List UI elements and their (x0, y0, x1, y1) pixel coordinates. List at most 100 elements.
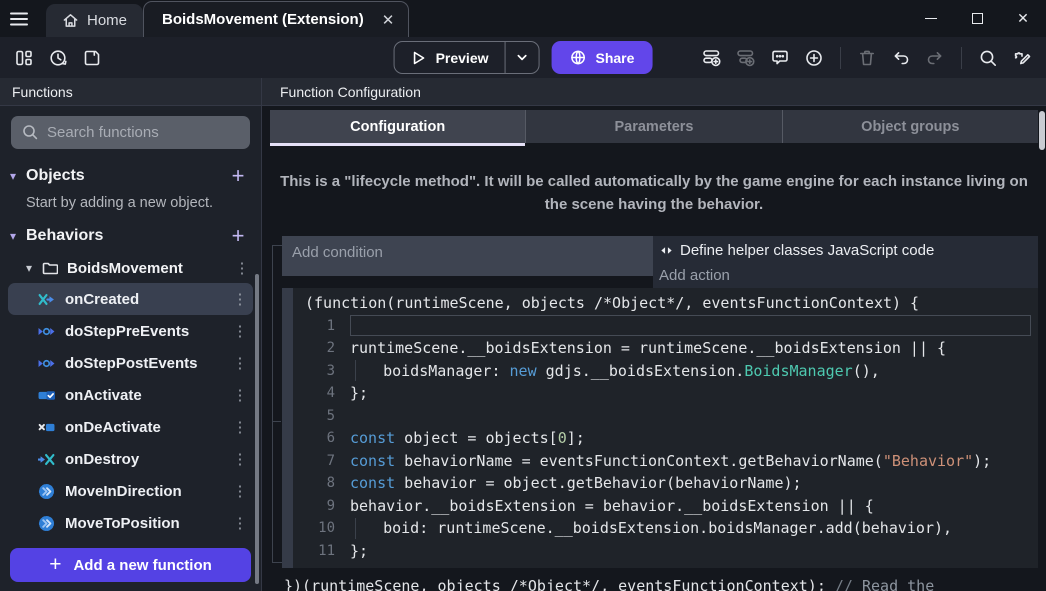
share-button[interactable]: Share (552, 41, 653, 74)
code-line-1: 1 (305, 315, 1034, 338)
extension-tab-label: BoidsMovement (Extension) (162, 11, 364, 28)
save-icon[interactable] (78, 44, 106, 72)
redo-icon[interactable] (921, 44, 949, 72)
maximize-button[interactable] (954, 0, 1000, 36)
kebab-menu-icon[interactable]: ⋮ (231, 450, 249, 468)
tab-home[interactable]: Home (46, 4, 143, 37)
add-function-button[interactable]: + Add a new function (10, 548, 251, 582)
lifecycle-description: This is a "lifecycle method". It will be… (271, 170, 1037, 217)
section-behaviors[interactable]: ▾ Behaviors + (0, 221, 261, 251)
gear-icon (38, 515, 55, 532)
js-code-action[interactable]: Define helper classes JavaScript code (653, 236, 1038, 263)
hamburger-menu-button[interactable] (0, 1, 38, 37)
add-action-cell[interactable]: Add action (653, 263, 1038, 288)
add-comment-icon[interactable] (766, 44, 794, 72)
function-item-label: doStepPostEvents (65, 355, 231, 372)
add-subevent-icon[interactable] (732, 44, 760, 72)
tab-close-icon[interactable]: ✕ (382, 11, 395, 29)
code-line-6: 6const object = objects[0]; (305, 427, 1034, 450)
step-events-icon (38, 355, 55, 372)
function-item-dosteppreevents[interactable]: doStepPreEvents⋮ (8, 315, 253, 347)
chevron-down-icon: ▾ (26, 261, 42, 275)
actions-column: Define helper classes JavaScript code Ad… (653, 236, 1038, 288)
behavior-group-boidsmovement[interactable]: ▾ BoidsMovement ⋮ (0, 253, 261, 283)
trash-icon[interactable] (853, 44, 881, 72)
kebab-menu-icon[interactable]: ⋮ (231, 290, 249, 308)
kebab-menu-icon[interactable]: ⋮ (231, 322, 249, 340)
main-scrollbar-thumb[interactable] (1039, 111, 1045, 150)
toolbar-divider (961, 47, 962, 69)
functions-tree: ▾ Objects + Start by adding a new object… (0, 155, 261, 540)
search-icon[interactable] (974, 44, 1002, 72)
kebab-menu-icon[interactable]: ⋮ (233, 259, 251, 277)
code-line-10: 10 boid: runtimeScene.__boidsExtension.b… (305, 517, 1034, 540)
code-footer-comment: // (835, 577, 862, 591)
function-item-onactivate[interactable]: onActivate⋮ (8, 379, 253, 411)
preview-button[interactable]: Preview (395, 42, 505, 73)
tab-boidsmovement-extension[interactable]: BoidsMovement (Extension) ✕ (143, 1, 409, 37)
preview-split-button: Preview (394, 41, 540, 74)
tab-object-groups[interactable]: Object groups (782, 110, 1038, 143)
code-header-line: (function(runtimeScene, objects /*Object… (305, 292, 1034, 315)
function-item-ondestroy[interactable]: onDestroy⋮ (8, 443, 253, 475)
line-number: 8 (305, 475, 335, 491)
tab-configuration[interactable]: Configuration (270, 110, 525, 143)
play-icon (411, 50, 427, 66)
event-bracket-tick (272, 421, 281, 422)
function-item-oncreated[interactable]: onCreated⋮ (8, 283, 253, 315)
search-functions-input[interactable] (11, 116, 250, 149)
kebab-menu-icon[interactable]: ⋮ (231, 514, 249, 532)
line-content: const behavior = object.getBehavior(beha… (350, 472, 1034, 495)
code-line-9: 9behavior.__boidsExtension = behavior.__… (305, 495, 1034, 518)
line-content: behavior.__boidsExtension = behavior.__b… (350, 495, 1034, 518)
search-icon (21, 123, 39, 141)
toolbar-left-icons (10, 44, 106, 72)
add-behavior-button[interactable]: + (227, 226, 249, 246)
section-objects[interactable]: ▾ Objects + (0, 161, 261, 191)
kebab-menu-icon[interactable]: ⋮ (231, 482, 249, 500)
code-line-2: 2runtimeScene.__boidsExtension = runtime… (305, 337, 1034, 360)
history-icon[interactable] (44, 44, 72, 72)
function-item-moveindirection[interactable]: MoveInDirection⋮ (8, 475, 253, 507)
code-icon (659, 243, 674, 258)
line-number: 3 (305, 363, 335, 379)
minimize-button[interactable] (908, 0, 954, 36)
close-button[interactable]: ✕ (1000, 0, 1046, 36)
add-object-button[interactable]: + (227, 166, 249, 186)
line-number: 4 (305, 385, 335, 401)
sidebar-scrollbar-thumb[interactable] (255, 274, 259, 584)
function-item-movetoposition[interactable]: MoveToPosition⋮ (8, 507, 253, 539)
function-item-label: MoveInDirection (65, 483, 231, 500)
add-event-icon[interactable] (698, 44, 726, 72)
preview-dropdown-button[interactable] (505, 42, 539, 73)
toolbar-divider (840, 47, 841, 69)
kebab-menu-icon[interactable]: ⋮ (231, 386, 249, 404)
folder-icon (42, 260, 58, 276)
current-line-highlight (350, 315, 1031, 336)
js-code-editor[interactable]: (function(runtimeScene, objects /*Object… (293, 288, 1038, 569)
event-drag-handle[interactable] (282, 288, 293, 569)
line-number: 7 (305, 453, 335, 469)
kebab-menu-icon[interactable]: ⋮ (231, 354, 249, 372)
line-content: }; (350, 540, 1034, 563)
kebab-menu-icon[interactable]: ⋮ (231, 418, 249, 436)
code-lines: 12runtimeScene.__boidsExtension = runtim… (305, 315, 1034, 563)
events-sheet: Add condition Define helper classes Java… (262, 217, 1046, 591)
chevron-down-icon: ▾ (10, 169, 26, 183)
functions-sidebar: Functions ▾ Objects + Start by adding a … (0, 78, 262, 591)
step-events-icon (38, 323, 55, 340)
main-title: Function Configuration (262, 78, 1046, 106)
tab-parameters[interactable]: Parameters (525, 110, 781, 143)
activate-icon (38, 387, 55, 404)
add-condition-cell[interactable]: Add condition (282, 236, 653, 276)
preview-label: Preview (436, 50, 489, 66)
project-manager-icon[interactable] (10, 44, 38, 72)
undo-icon[interactable] (887, 44, 915, 72)
event-header: Add condition Define helper classes Java… (282, 236, 1038, 288)
function-item-dosteppostevents[interactable]: doStepPostEvents⋮ (8, 347, 253, 379)
function-item-ondeactivate[interactable]: onDeActivate⋮ (8, 411, 253, 443)
function-list: onCreated⋮doStepPreEvents⋮doStepPostEven… (0, 283, 261, 539)
edit-extension-icon[interactable] (1008, 44, 1036, 72)
add-circle-icon[interactable] (800, 44, 828, 72)
window-controls: ✕ (908, 0, 1046, 36)
